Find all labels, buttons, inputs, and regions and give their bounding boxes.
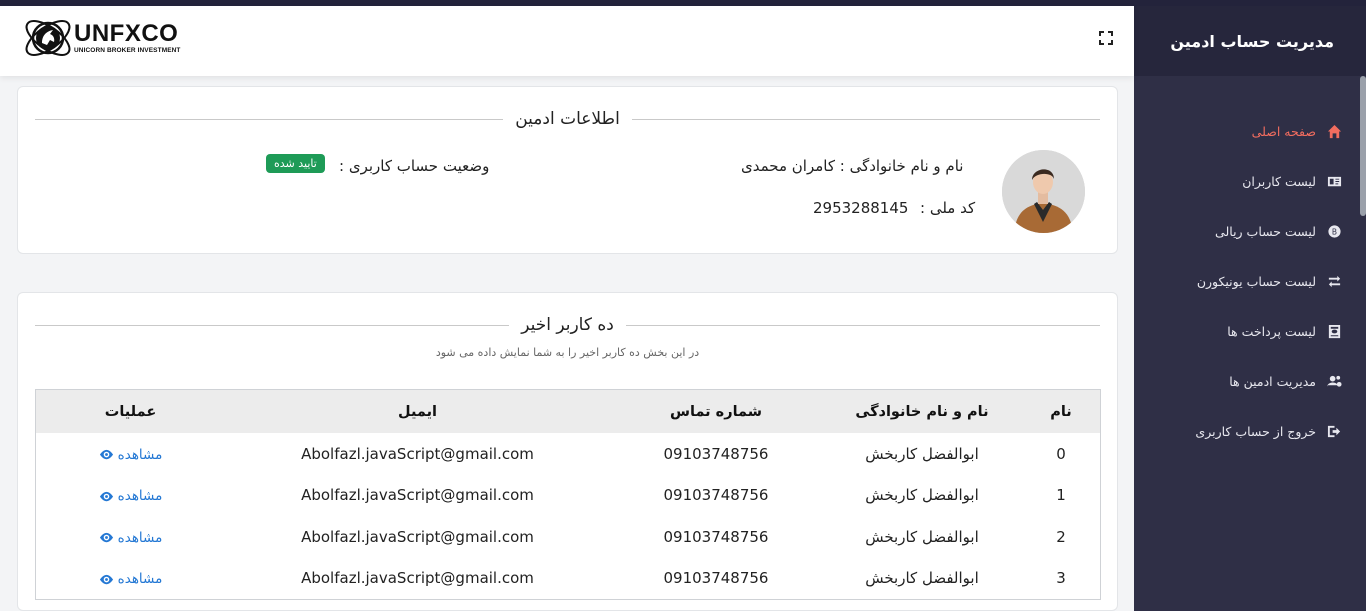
cell-index: 3 xyxy=(1056,569,1066,588)
sidebar-nav: صفحه اصلی لیست کاربران لیست حساب ریالی B… xyxy=(1134,106,1366,456)
view-label: مشاهده xyxy=(117,446,163,463)
cell-index: 2 xyxy=(1056,527,1066,546)
avatar xyxy=(1002,150,1085,233)
sidebar-item-label: صفحه اصلی xyxy=(1251,123,1316,139)
sidebar-item-admins[interactable]: مدیریت ادمین ها xyxy=(1134,356,1366,406)
cell-phone: 09103748756 xyxy=(663,569,769,588)
view-label: مشاهده xyxy=(117,571,163,588)
eye-icon xyxy=(99,450,113,460)
eye-icon xyxy=(99,491,113,501)
sidebar-item-payments[interactable]: لیست پرداخت ها xyxy=(1134,306,1366,356)
svg-text:B: B xyxy=(1331,227,1336,236)
cell-full-name: ابوالفضل کاربخش xyxy=(865,569,979,588)
cell-phone: 09103748756 xyxy=(663,486,769,505)
national-id-label: کد ملی : xyxy=(920,199,976,217)
column-header: شماره تماس xyxy=(670,403,762,420)
admin-full-name: نام و نام خانوادگی : کامران محمدی xyxy=(741,157,964,175)
view-button[interactable]: مشاهده xyxy=(99,488,163,505)
sidebar-item-label: لیست حساب ریالی xyxy=(1215,223,1316,239)
column-header: ایمیل xyxy=(398,403,437,420)
table-header-row: نام نام و نام خانوادگی شماره تماس ایمیل … xyxy=(36,390,1100,433)
cell-phone: 09103748756 xyxy=(663,444,769,463)
cell-email: Abolfazl.javaScript@gmail.com xyxy=(301,444,534,463)
sidebar-item-label: لیست حساب یونیکورن xyxy=(1196,273,1316,289)
table-row: 3 ابوالفضل کاربخش 09103748756 Abolfazl.j… xyxy=(36,558,1100,600)
recent-users-card: ده کاربر اخیر در این بخش ده کاربر اخیر ر… xyxy=(17,292,1118,611)
cell-full-name: ابوالفضل کاربخش xyxy=(865,527,979,546)
section-title: ده کاربر اخیر xyxy=(521,315,614,335)
users-cog-icon xyxy=(1326,373,1342,389)
brand-tagline: UNICORN BROKER INVESTMENT xyxy=(74,47,181,54)
eye-icon xyxy=(99,533,113,543)
sidebar-item-label: خروج از حساب کاربری xyxy=(1195,423,1316,439)
sidebar-item-label: لیست پرداخت ها xyxy=(1227,323,1316,339)
view-button[interactable]: مشاهده xyxy=(99,446,163,463)
cell-email: Abolfazl.javaScript@gmail.com xyxy=(301,486,534,505)
cell-index: 1 xyxy=(1056,486,1066,505)
table-row: 1 ابوالفضل کاربخش 09103748756 Abolfazl.j… xyxy=(36,475,1100,517)
view-button[interactable]: مشاهده xyxy=(99,571,163,588)
section-subtitle: در این بخش ده کاربر اخیر را به شما نمایش… xyxy=(435,346,700,359)
exchange-icon xyxy=(1326,273,1342,289)
column-header: عملیات xyxy=(104,403,157,420)
eye-icon xyxy=(99,574,113,584)
cell-phone: 09103748756 xyxy=(663,527,769,546)
column-header: نام xyxy=(1050,403,1072,420)
sidebar-item-home[interactable]: صفحه اصلی xyxy=(1134,106,1366,156)
status-badge: تایید شده xyxy=(266,154,325,173)
cell-email: Abolfazl.javaScript@gmail.com xyxy=(301,569,534,588)
fullscreen-icon[interactable] xyxy=(1098,30,1114,46)
sidebar-item-rial-accounts[interactable]: لیست حساب ریالی B xyxy=(1134,206,1366,256)
cell-index: 0 xyxy=(1056,444,1066,463)
coin-icon: B xyxy=(1326,223,1342,239)
recent-users-title: ده کاربر اخیر xyxy=(35,315,1100,335)
view-label: مشاهده xyxy=(117,488,163,505)
column-header: نام و نام خانوادگی xyxy=(855,403,989,420)
table-row: 2 ابوالفضل کاربخش 09103748756 Abolfazl.j… xyxy=(36,516,1100,558)
logout-icon xyxy=(1326,423,1342,439)
view-label: مشاهده xyxy=(117,529,163,546)
sidebar-item-label: لیست کاربران xyxy=(1242,173,1316,189)
sidebar-item-label: مدیریت ادمین ها xyxy=(1229,373,1316,389)
sidebar-item-unicorn-accounts[interactable]: لیست حساب یونیکورن xyxy=(1134,256,1366,306)
national-id-value: 2953288145 xyxy=(813,199,909,217)
section-title: اطلاعات ادمین xyxy=(515,109,620,129)
admin-info-card: اطلاعات ادمین نام و نام خانوادگی : کامرا… xyxy=(17,86,1118,254)
view-button[interactable]: مشاهده xyxy=(99,529,163,546)
logo-emblem-icon xyxy=(25,20,71,56)
brand-name: UNFXCO xyxy=(74,20,179,47)
id-card-icon xyxy=(1326,173,1342,189)
account-status-label: وضعیت حساب کاربری : xyxy=(339,157,490,175)
cell-email: Abolfazl.javaScript@gmail.com xyxy=(301,527,534,546)
admin-info-title: اطلاعات ادمین xyxy=(35,109,1101,129)
cell-full-name: ابوالفضل کاربخش xyxy=(865,486,979,505)
sidebar-title: مدیریت حساب ادمین xyxy=(1134,6,1366,76)
table-row: 0 ابوالفضل کاربخش 09103748756 Abolfazl.j… xyxy=(36,433,1100,475)
sidebar-scrollbar[interactable] xyxy=(1360,76,1366,216)
sidebar: مدیریت حساب ادمین صفحه اصلی لیست کاربران… xyxy=(1134,6,1366,611)
home-icon xyxy=(1326,123,1342,139)
cell-full-name: ابوالفضل کاربخش xyxy=(865,444,979,463)
receipt-icon xyxy=(1326,323,1342,339)
top-header: UNFXCO UNICORN BROKER INVESTMENT xyxy=(0,6,1134,76)
sidebar-item-logout[interactable]: خروج از حساب کاربری xyxy=(1134,406,1366,456)
brand-logo[interactable]: UNFXCO UNICORN BROKER INVESTMENT xyxy=(20,13,181,63)
sidebar-item-users[interactable]: لیست کاربران xyxy=(1134,156,1366,206)
recent-users-table: نام نام و نام خانوادگی شماره تماس ایمیل … xyxy=(35,389,1101,600)
